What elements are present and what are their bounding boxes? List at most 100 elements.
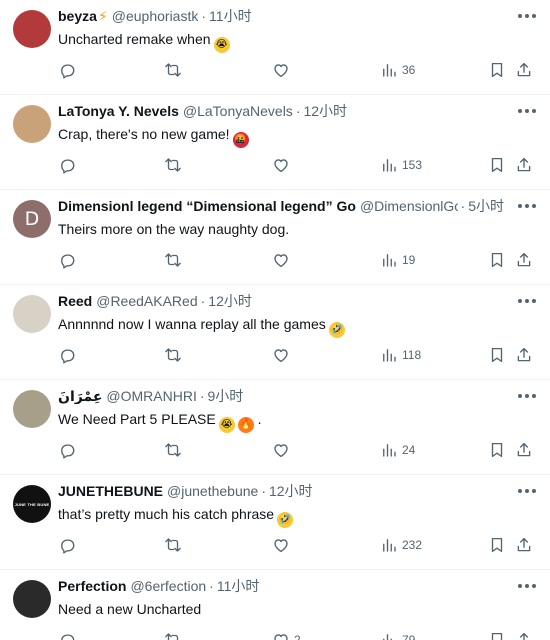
- reply-text: Theirs more on the way naughty dog.: [58, 220, 534, 238]
- bookmark-icon: [491, 442, 503, 458]
- timestamp[interactable]: 12小时: [269, 483, 313, 499]
- reply-item[interactable]: Perfection @6erfection · 11小时 Need a new…: [0, 570, 550, 640]
- like-button[interactable]: [272, 535, 294, 555]
- display-name[interactable]: JUNETHEBUNE: [58, 483, 163, 499]
- avatar[interactable]: [13, 580, 51, 618]
- display-name[interactable]: عِمْرَانَ: [58, 388, 102, 404]
- bookmark-button[interactable]: [488, 345, 506, 365]
- reply-text-body: Theirs more on the way naughty dog.: [58, 221, 290, 237]
- retweet-button[interactable]: [164, 345, 182, 365]
- reply-emojis: 😭: [211, 31, 230, 53]
- reply-header: Perfection @6erfection · 11小时: [58, 578, 534, 594]
- user-handle[interactable]: @LaTonyaNevels: [183, 103, 293, 119]
- bookmark-button[interactable]: [488, 535, 506, 555]
- display-name[interactable]: Dimensionl legend “Dimensional legend” G…: [58, 198, 356, 214]
- share-button[interactable]: [515, 250, 533, 270]
- more-icon[interactable]: [518, 107, 536, 115]
- avatar[interactable]: [13, 105, 51, 143]
- display-name[interactable]: beyza: [58, 8, 97, 24]
- more-icon[interactable]: [518, 12, 536, 20]
- avatar[interactable]: [13, 390, 51, 428]
- avatar[interactable]: D: [13, 200, 51, 238]
- avatar[interactable]: [13, 10, 51, 48]
- avatar[interactable]: JUNE THE BUNE: [13, 485, 51, 523]
- share-button[interactable]: [515, 535, 533, 555]
- bookmark-button[interactable]: [488, 440, 506, 460]
- share-icon: [517, 442, 531, 457]
- action-bar: 118: [58, 333, 534, 379]
- reply-button[interactable]: [58, 60, 76, 80]
- reply-text-body: We Need Part 5 PLEASE: [58, 411, 216, 427]
- views-button[interactable]: 36: [380, 60, 415, 80]
- views-button[interactable]: 232: [380, 535, 422, 555]
- retweet-button[interactable]: [164, 535, 182, 555]
- like-button[interactable]: [272, 250, 294, 270]
- reply-button[interactable]: [58, 250, 76, 270]
- reply-item[interactable]: JUNE THE BUNE JUNETHEBUNE @junethebune ·…: [0, 475, 550, 570]
- views-button[interactable]: 118: [380, 345, 421, 365]
- retweet-button[interactable]: [164, 440, 182, 460]
- reply-emojis: 😭 🔥: [216, 411, 254, 433]
- reply-item[interactable]: D Dimensionl legend “Dimensional legend”…: [0, 190, 550, 285]
- reply-item[interactable]: Reed @ReedAKARed · 12小时 Annnnnd now I wa…: [0, 285, 550, 380]
- name-emoji: ⚡: [97, 8, 108, 24]
- user-handle[interactable]: @DimensionlGo: [360, 198, 458, 214]
- timestamp[interactable]: 5小时: [468, 198, 504, 214]
- share-button[interactable]: [515, 440, 533, 460]
- bookmark-button[interactable]: [488, 60, 506, 80]
- display-name[interactable]: Reed: [58, 293, 92, 309]
- reply-button[interactable]: [58, 345, 76, 365]
- like-button[interactable]: [272, 155, 294, 175]
- user-handle[interactable]: @6erfection: [130, 578, 206, 594]
- user-handle[interactable]: @junethebune: [167, 483, 258, 499]
- retweet-button[interactable]: [164, 630, 182, 640]
- user-handle[interactable]: @euphoriastk: [112, 8, 199, 24]
- user-handle[interactable]: @OMRANHRI: [106, 388, 196, 404]
- share-icon: [517, 347, 531, 362]
- timestamp[interactable]: 11小时: [209, 8, 252, 24]
- retweet-button[interactable]: [164, 155, 182, 175]
- share-button[interactable]: [515, 345, 533, 365]
- more-icon[interactable]: [518, 582, 536, 590]
- reply-item[interactable]: LaTonya Y. Nevels @LaTonyaNevels · 12小时 …: [0, 95, 550, 190]
- reply-button[interactable]: [58, 155, 76, 175]
- reply-item[interactable]: beyza ⚡ @euphoriastk · 11小时 Uncharted re…: [0, 0, 550, 95]
- reply-button[interactable]: [58, 630, 76, 640]
- like-button[interactable]: [272, 345, 294, 365]
- display-name[interactable]: Perfection: [58, 578, 126, 594]
- retweet-button[interactable]: [164, 60, 182, 80]
- timestamp[interactable]: 11小时: [217, 578, 260, 594]
- display-name[interactable]: LaTonya Y. Nevels: [58, 103, 179, 119]
- reply-button[interactable]: [58, 535, 76, 555]
- reply-button[interactable]: [58, 440, 76, 460]
- reply-header: Dimensionl legend “Dimensional legend” G…: [58, 198, 534, 214]
- share-button[interactable]: [515, 155, 533, 175]
- timestamp[interactable]: 9小时: [208, 388, 244, 404]
- share-button[interactable]: [515, 630, 533, 640]
- like-button[interactable]: [272, 440, 294, 460]
- separator-dot: ·: [201, 8, 207, 24]
- like-button[interactable]: [272, 60, 294, 80]
- retweet-button[interactable]: [164, 250, 182, 270]
- more-icon[interactable]: [518, 487, 536, 495]
- timestamp[interactable]: 12小时: [208, 293, 252, 309]
- more-icon[interactable]: [518, 202, 536, 210]
- bookmark-icon: [491, 347, 503, 363]
- reply-item[interactable]: عِمْرَانَ @OMRANHRI · 9小时 We Need Part 5…: [0, 380, 550, 475]
- share-button[interactable]: [515, 60, 533, 80]
- like-button[interactable]: 2: [272, 630, 301, 640]
- views-button[interactable]: 19: [380, 250, 415, 270]
- retweet-icon: [165, 253, 181, 267]
- views-button[interactable]: 24: [380, 440, 415, 460]
- more-icon[interactable]: [518, 297, 536, 305]
- bookmark-button[interactable]: [488, 155, 506, 175]
- timestamp[interactable]: 12小时: [303, 103, 347, 119]
- user-handle[interactable]: @ReedAKARed: [96, 293, 197, 309]
- bookmark-button[interactable]: [488, 630, 506, 640]
- retweet-icon: [165, 348, 181, 362]
- views-button[interactable]: 79: [380, 630, 415, 640]
- views-button[interactable]: 153: [380, 155, 422, 175]
- more-icon[interactable]: [518, 392, 536, 400]
- bookmark-button[interactable]: [488, 250, 506, 270]
- avatar[interactable]: [13, 295, 51, 333]
